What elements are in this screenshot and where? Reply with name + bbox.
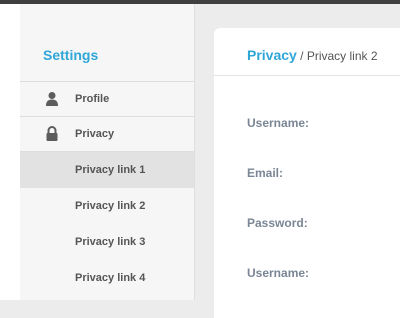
sidebar-item-privacy[interactable]: Privacy — [20, 117, 194, 152]
sublink-privacy-4[interactable]: Privacy link 4 — [20, 260, 194, 296]
sidebar-item-profile[interactable]: Profile — [20, 82, 194, 117]
breadcrumb: Privacy / Privacy link 2 — [214, 28, 400, 76]
sublink-privacy-1[interactable]: Privacy link 1 — [20, 152, 194, 188]
breadcrumb-separator: / — [296, 49, 307, 63]
email-label: Email: — [247, 166, 284, 180]
username-label-2: Username: — [247, 266, 310, 280]
settings-sidebar: Settings Profile Privacy Privacy link 1 … — [20, 4, 195, 300]
sidebar-title: Settings — [20, 4, 194, 82]
breadcrumb-current-page: Privacy link 2 — [306, 49, 378, 63]
breadcrumb-section-link[interactable]: Privacy — [247, 47, 297, 63]
username-label: Username: — [247, 116, 310, 130]
sublink-privacy-2[interactable]: Privacy link 2 — [20, 188, 194, 224]
sidebar-item-label: Privacy — [75, 128, 115, 140]
lock-icon — [44, 126, 60, 142]
password-label: Password: — [247, 216, 308, 230]
privacy-sublinks: Privacy link 1 Privacy link 2 Privacy li… — [20, 152, 194, 296]
left-margin — [0, 4, 20, 300]
content-panel: Privacy / Privacy link 2 Username: Email… — [214, 28, 400, 318]
sublink-privacy-3[interactable]: Privacy link 3 — [20, 224, 194, 260]
sidebar-item-label: Profile — [75, 93, 110, 105]
user-icon — [44, 91, 60, 107]
